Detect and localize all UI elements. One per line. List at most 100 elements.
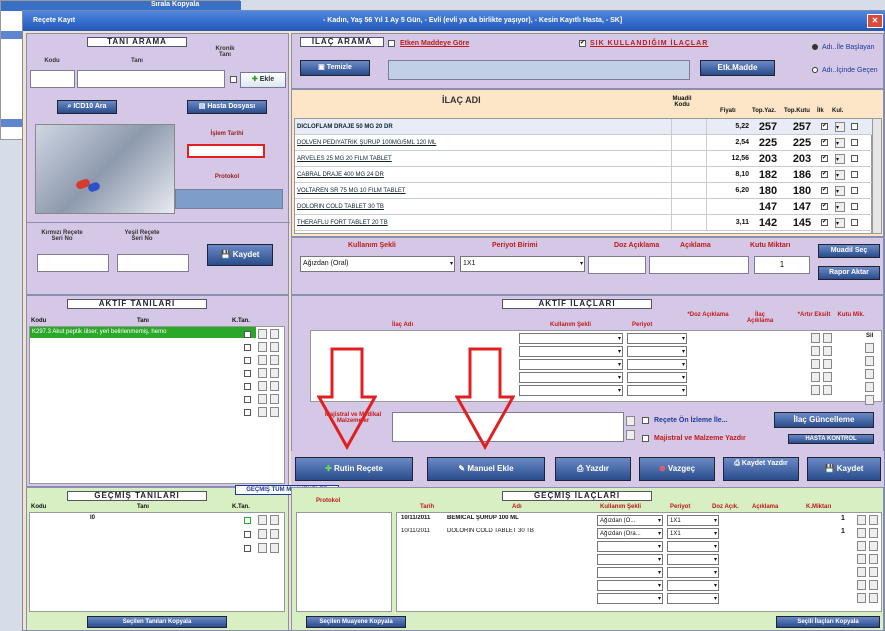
gecmis-periyot-select[interactable]: [667, 593, 719, 604]
kul-checkbox[interactable]: [851, 139, 858, 146]
icd10-ara-button[interactable]: ⌕ ICD10 Ara: [57, 100, 117, 114]
manuel-ekle-button[interactable]: ✎ Manuel Ekle: [427, 457, 545, 481]
aciklama-input[interactable]: [649, 256, 749, 274]
tani-row-stepper[interactable]: [258, 368, 267, 378]
gecmis-ilac-stepper[interactable]: [857, 541, 866, 551]
ilac-search-input[interactable]: [388, 60, 690, 80]
sil-button[interactable]: [865, 395, 874, 405]
artir-button[interactable]: [811, 359, 820, 369]
aktif-kullanim-select[interactable]: [519, 333, 623, 344]
ilk-checkbox[interactable]: ✔: [821, 171, 828, 178]
ktan-checkbox[interactable]: [244, 344, 251, 351]
temizle-button[interactable]: ▣ Temizle: [300, 60, 370, 76]
islem-tarihi-input[interactable]: [187, 144, 265, 158]
protokol-list[interactable]: [296, 512, 392, 612]
tani-row-stepper[interactable]: [258, 407, 267, 417]
kronik-checkbox[interactable]: [230, 76, 237, 83]
gecmis-kullanim-select[interactable]: [597, 580, 663, 591]
rutin-recete-button[interactable]: ✚ Rutin Reçete: [295, 457, 413, 481]
ilk-checkbox[interactable]: ✔: [821, 203, 828, 210]
artir-button[interactable]: [811, 385, 820, 395]
artir-button[interactable]: [811, 346, 820, 356]
ktan-checkbox[interactable]: [244, 396, 251, 403]
tani-row-stepper[interactable]: [258, 342, 267, 352]
ad-ile-baslayan-radio[interactable]: [812, 44, 818, 50]
ilk-checkbox[interactable]: ✔: [821, 155, 828, 162]
secili-ilaclari-kopyala-button[interactable]: Seçili İlaçları Kopyala: [776, 616, 880, 628]
tani-row-stepper[interactable]: [258, 329, 267, 339]
ilac-guncelleme-button[interactable]: İlaç Güncelleme: [774, 412, 874, 428]
sil-button[interactable]: [865, 369, 874, 379]
kaydet-button[interactable]: 💾 Kaydet: [807, 457, 881, 481]
gecmis-kullanim-select[interactable]: [597, 541, 663, 552]
gecmis-ilac-remove[interactable]: [869, 528, 878, 538]
kul-checkbox[interactable]: [851, 155, 858, 162]
yesil-seri-input[interactable]: [117, 254, 189, 272]
ktan-checkbox[interactable]: [244, 370, 251, 377]
kul-stepper[interactable]: ▾: [835, 122, 845, 132]
gecmis-tani-remove[interactable]: [270, 529, 279, 539]
tani-adi-input[interactable]: [77, 70, 225, 88]
tani-row-remove[interactable]: [270, 381, 279, 391]
artir-button[interactable]: [811, 333, 820, 343]
aktif-periyot-select[interactable]: [627, 346, 687, 357]
ilac-grid-scrollbar[interactable]: [872, 118, 882, 234]
tani-row-stepper[interactable]: [258, 381, 267, 391]
majistral-yazdir-checkbox[interactable]: [642, 435, 649, 442]
kul-checkbox[interactable]: [851, 171, 858, 178]
aktif-tani-row[interactable]: K297.3 Akut peptik ülser, yeri belirlenm…: [30, 327, 256, 338]
etken-madde-checkbox[interactable]: [388, 40, 395, 47]
ilac-row[interactable]: ARVELES 25 MG 20 FILM TABLET 12,56 203 203 ✔…: [295, 151, 873, 167]
gecmis-kullanim-select[interactable]: [597, 593, 663, 604]
eksilt-button[interactable]: [823, 333, 832, 343]
kul-stepper[interactable]: ▾: [835, 218, 845, 228]
eksilt-button[interactable]: [823, 372, 832, 382]
kul-stepper[interactable]: ▾: [835, 202, 845, 212]
gecmis-ilac-remove[interactable]: [869, 580, 878, 590]
ilac-row[interactable]: THERAFLU FORT TABLET 20 TB 3,11 142 145 ✔ ▾: [295, 215, 873, 231]
tani-row-remove[interactable]: [270, 342, 279, 352]
tani-row-stepper[interactable]: [258, 394, 267, 404]
aktif-kullanim-select[interactable]: [519, 359, 623, 370]
gecmis-tani-remove[interactable]: [270, 543, 279, 553]
gecmis-periyot-select[interactable]: [667, 554, 719, 565]
gecmis-ilac-remove[interactable]: [869, 593, 878, 603]
gecmis-tani-stepper[interactable]: [258, 529, 267, 539]
kaydet-yazdir-button[interactable]: ⎙ Kaydet Yazdır: [723, 457, 799, 481]
seri-kaydet-button[interactable]: 💾 Kaydet: [207, 244, 273, 266]
ilk-checkbox[interactable]: ✔: [821, 219, 828, 226]
tani-row-remove[interactable]: [270, 355, 279, 365]
doz-aciklama-input[interactable]: [588, 256, 646, 274]
gecmis-ilac-stepper[interactable]: [857, 567, 866, 577]
artir-button[interactable]: [811, 372, 820, 382]
gecmis-ilac-remove[interactable]: [869, 515, 878, 525]
ekle-button[interactable]: ✚ Ekle: [240, 72, 286, 88]
gecmis-ktan-checkbox[interactable]: [244, 517, 251, 524]
aktif-periyot-select[interactable]: [627, 333, 687, 344]
gecmis-ilac-stepper[interactable]: [857, 580, 866, 590]
gecmis-kullanim-select[interactable]: [597, 567, 663, 578]
ilac-row[interactable]: VOLTAREN SR 75 MG 10 FILM TABLET 6,20 180 1…: [295, 183, 873, 199]
gecmis-kullanim-select[interactable]: [597, 554, 663, 565]
ad-icinde-gecen-radio[interactable]: [812, 67, 818, 73]
ktan-checkbox[interactable]: [244, 357, 251, 364]
recete-on-izleme-checkbox[interactable]: [642, 417, 649, 424]
rapor-aktar-button[interactable]: Rapor Aktar: [818, 266, 880, 280]
eksilt-button[interactable]: [823, 346, 832, 356]
sik-kullandigim-checkbox[interactable]: ✔: [579, 40, 586, 47]
vazgec-button[interactable]: ⊗ Vazgeç: [639, 457, 715, 481]
gecmis-ilac-stepper[interactable]: [857, 528, 866, 538]
kul-checkbox[interactable]: [851, 123, 858, 130]
ilac-row[interactable]: DOLVEN PEDIYATRIK ŞURUP 100MG/5ML 120 ML…: [295, 135, 873, 151]
kutu-miktari-input[interactable]: 1: [754, 256, 810, 274]
sil-button[interactable]: [865, 356, 874, 366]
gecmis-periyot-select[interactable]: [667, 567, 719, 578]
gecmis-tani-stepper[interactable]: [258, 515, 267, 525]
kullanim-sekli-select[interactable]: Ağızdan (Oral): [300, 256, 455, 272]
tani-row-remove[interactable]: [270, 394, 279, 404]
kul-stepper[interactable]: ▾: [835, 170, 845, 180]
eksilt-button[interactable]: [823, 385, 832, 395]
gecmis-tani-remove[interactable]: [270, 515, 279, 525]
gecmis-ktan-checkbox[interactable]: [244, 531, 251, 538]
secilen-muayene-kopyala-button[interactable]: Seçilen Muayene Kopyala: [306, 616, 406, 628]
